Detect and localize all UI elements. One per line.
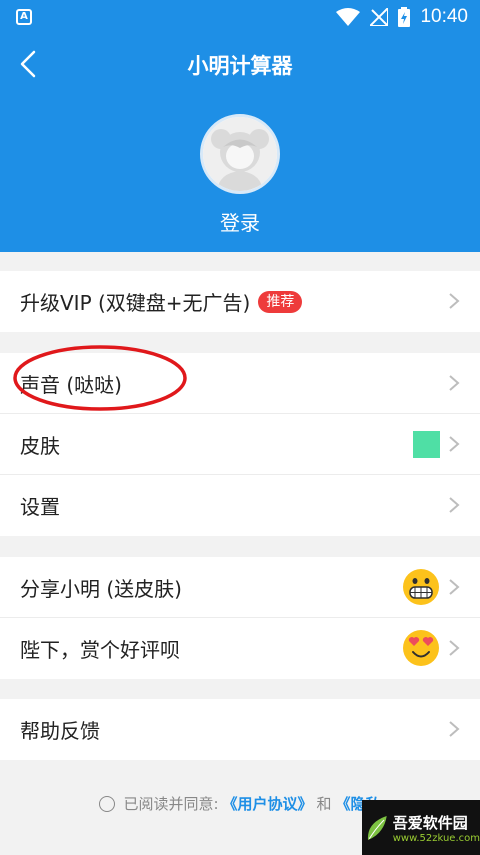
chevron-right-icon (449, 436, 460, 452)
user-agreement-link[interactable]: 《用户协议》 (223, 793, 313, 814)
upgrade-vip-label: 升级VIP (双键盘+无广告) (20, 291, 251, 315)
share-label: 分享小明 (送皮肤) (20, 576, 182, 601)
help-group: 帮助反馈 (0, 699, 480, 760)
login-link[interactable]: 登录 (0, 207, 480, 236)
skin-color-swatch (413, 431, 440, 458)
page-title: 小明计算器 (187, 54, 293, 78)
recommend-badge: 推荐 (258, 290, 303, 313)
status-time: 10:40 (420, 6, 468, 27)
app-notification-icon: A (16, 9, 32, 25)
no-signal-icon (370, 8, 389, 26)
sound-label: 声音 (哒哒) (20, 372, 122, 397)
skin-row[interactable]: 皮肤 (0, 414, 480, 475)
settings-row[interactable]: 设置 (0, 475, 480, 536)
status-icons: 10:40 (336, 0, 468, 34)
settings-label: 设置 (20, 495, 60, 519)
agree-radio[interactable] (99, 795, 116, 812)
wifi-icon (336, 8, 361, 26)
vip-group: 升级VIP (双键盘+无广告) 推荐 (0, 271, 480, 332)
share-group: 分享小明 (送皮肤) 陛下，赏个好评呗 (0, 557, 480, 679)
chevron-right-icon (449, 497, 460, 513)
grinning-face-icon (403, 569, 439, 605)
chevron-right-icon (449, 579, 460, 595)
agreement-and: 和 (316, 795, 332, 813)
avatar[interactable] (200, 114, 280, 194)
help-feedback-row[interactable]: 帮助反馈 (0, 699, 480, 760)
leaf-logo-icon (367, 815, 387, 840)
default-avatar-icon (203, 117, 277, 191)
chevron-right-icon (449, 721, 460, 737)
watermark-subtitle: www.52zkue.com (392, 832, 480, 844)
heart-eyes-icon (403, 630, 439, 666)
chevron-right-icon (449, 640, 460, 656)
preferences-group: 声音 (哒哒) 皮肤 设置 (0, 353, 480, 536)
watermark-title: 吾爱软件园 (392, 813, 468, 832)
share-row[interactable]: 分享小明 (送皮肤) (0, 557, 480, 618)
chevron-right-icon (449, 375, 460, 391)
skin-label: 皮肤 (20, 433, 60, 458)
agreement-prefix: 已阅读并同意: (123, 795, 219, 813)
battery-charging-icon (398, 7, 411, 27)
status-bar: A 10:40 (0, 0, 480, 34)
review-row[interactable]: 陛下，赏个好评呗 (0, 618, 480, 679)
sound-row[interactable]: 声音 (哒哒) (0, 353, 480, 414)
chevron-right-icon (449, 293, 460, 309)
review-label: 陛下，赏个好评呗 (20, 638, 180, 662)
profile-header: 小明计算器 登录 (0, 34, 480, 252)
help-feedback-label: 帮助反馈 (20, 719, 100, 743)
site-watermark: 吾爱软件园 www.52zkue.com (362, 800, 480, 855)
upgrade-vip-row[interactable]: 升级VIP (双键盘+无广告) 推荐 (0, 271, 480, 332)
